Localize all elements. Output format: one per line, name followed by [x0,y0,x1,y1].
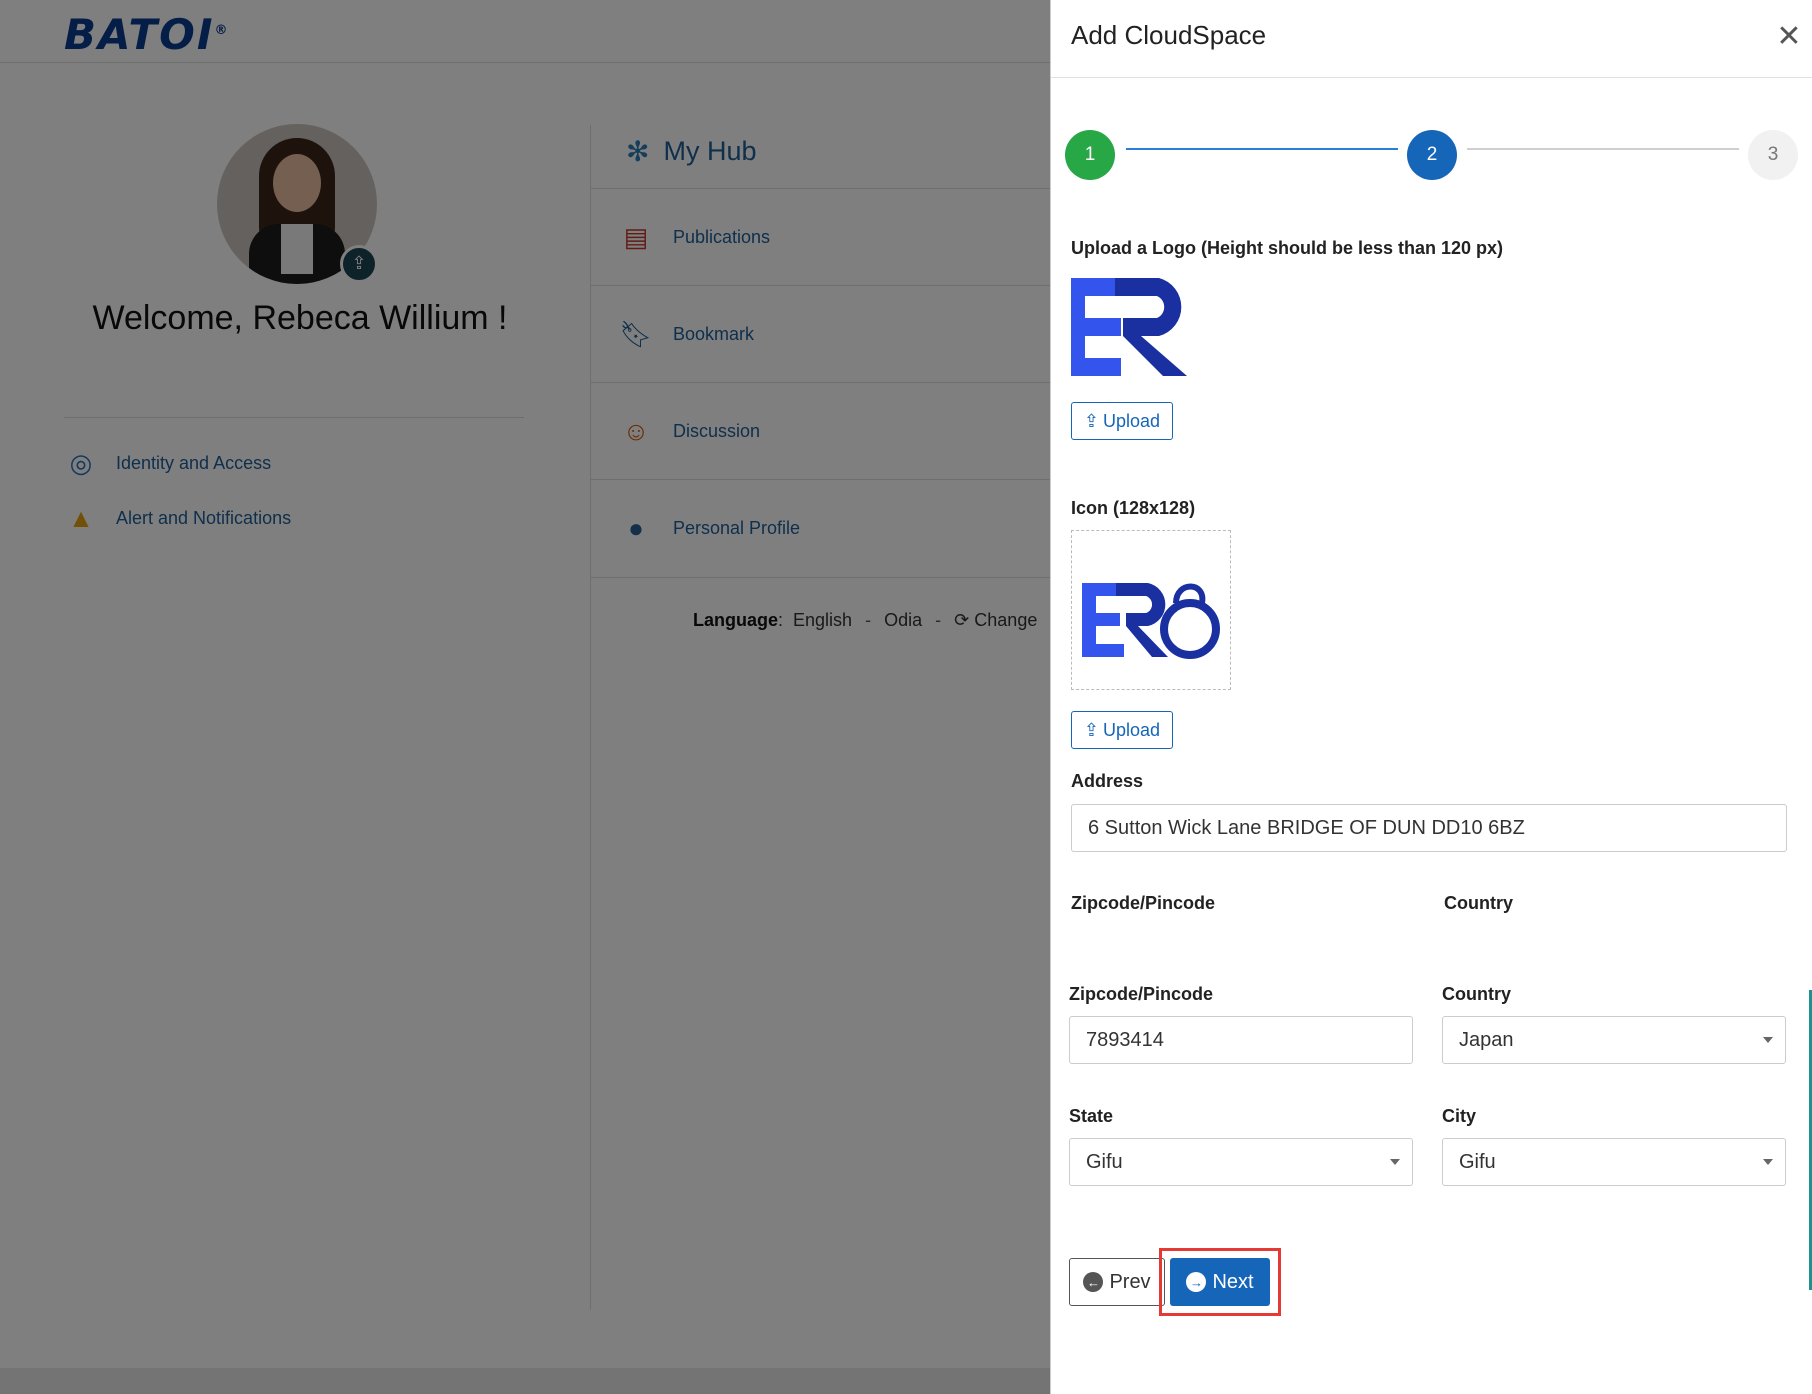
next-button-highlight [1159,1248,1281,1316]
step-connector [1126,148,1398,150]
country-label: Country [1442,984,1511,1004]
state-select[interactable]: Gifu [1069,1138,1413,1186]
chevron-down-icon [1390,1159,1400,1165]
prev-button-label: Prev [1109,1270,1151,1293]
country-selected-value: Japan [1459,1028,1514,1051]
state-selected-value: Gifu [1086,1150,1123,1173]
icon-preview-image [1082,583,1220,659]
city-select[interactable]: Gifu [1442,1138,1786,1186]
step-1-indicator: 1 [1065,130,1115,180]
modal-backdrop[interactable] [0,0,1050,1394]
logo-upload-button[interactable]: ⇪ Upload [1071,402,1173,440]
drawer-title: Add CloudSpace [1071,20,1267,50]
upload-button-label: Upload [1103,410,1161,431]
address-input[interactable]: 6 Sutton Wick Lane BRIDGE OF DUN DD10 6B… [1071,804,1787,852]
close-icon[interactable]: ✕ [1773,22,1805,54]
step-3-indicator: 3 [1748,130,1798,180]
zipcode-input[interactable]: 7893414 [1069,1016,1413,1064]
icon-upload-label: Icon (128x128) [1071,498,1196,518]
zipcode-header-label: Zipcode/Pincode [1071,893,1216,913]
chevron-down-icon [1763,1037,1773,1043]
drawer-header: Add CloudSpace ✕ [1051,0,1812,78]
city-selected-value: Gifu [1459,1150,1496,1173]
icon-preview-box [1071,530,1231,690]
upload-icon: ⇪ [1083,719,1100,740]
logo-upload-label: Upload a Logo (Height should be less tha… [1071,238,1504,258]
prev-button[interactable]: ← Prev [1069,1258,1165,1306]
upload-icon: ⇪ [1083,410,1100,431]
logo-preview-image [1071,278,1187,376]
arrow-left-icon: ← [1083,1272,1104,1292]
icon-upload-button[interactable]: ⇪ Upload [1071,711,1173,749]
country-header-label: Country [1444,893,1513,913]
step-connector [1467,148,1739,150]
upload-button-label: Upload [1103,719,1161,740]
chevron-down-icon [1763,1159,1773,1165]
add-cloudspace-drawer: Add CloudSpace ✕ 1 2 3 Upload a Logo (He… [1050,0,1812,1394]
city-label: City [1442,1106,1477,1126]
address-label: Address [1071,771,1144,791]
state-label: State [1069,1106,1114,1126]
country-select[interactable]: Japan [1442,1016,1786,1064]
zipcode-label: Zipcode/Pincode [1069,984,1214,1004]
step-2-indicator: 2 [1407,130,1457,180]
